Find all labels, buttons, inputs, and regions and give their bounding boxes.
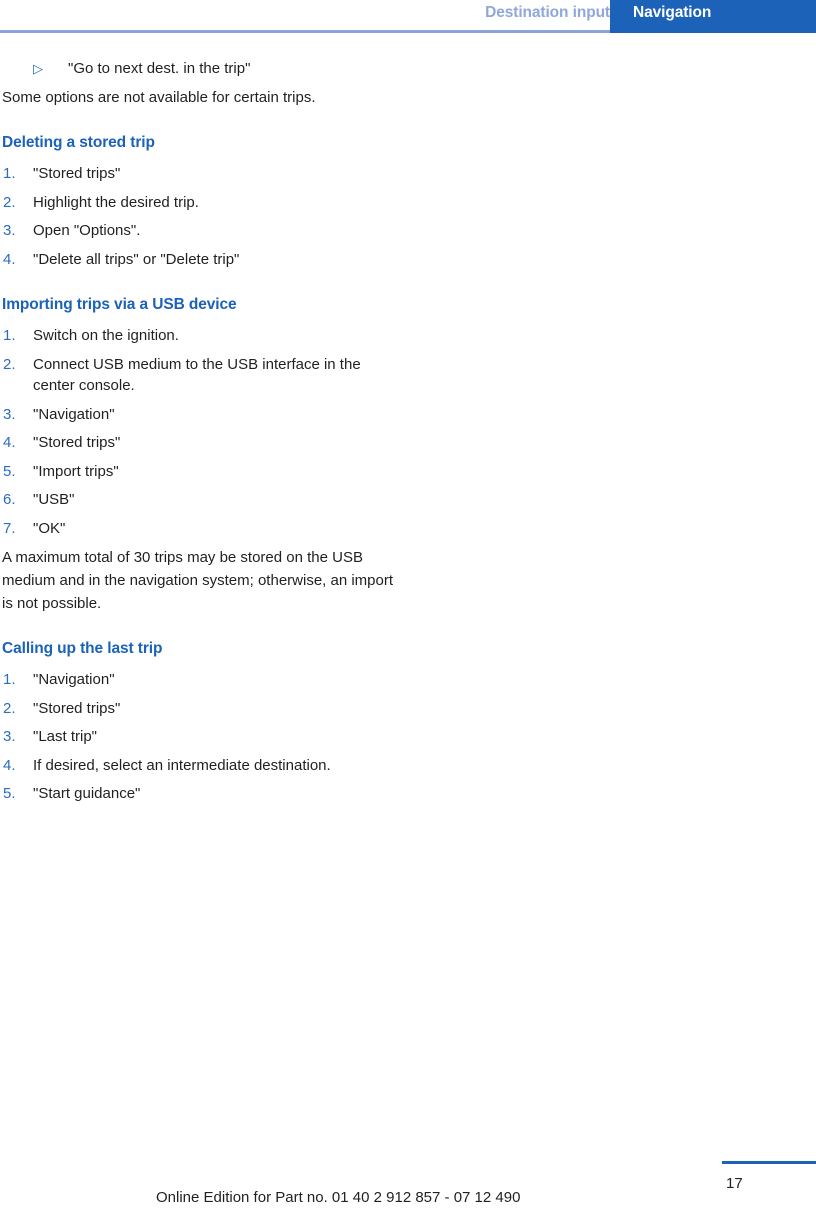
list-item: 1. "Stored trips" (2, 163, 402, 185)
step-text: Open "Options". (33, 222, 141, 239)
tab-navigation[interactable]: Navigation (610, 0, 816, 33)
list-item: 2. "Stored trips" (2, 698, 402, 720)
step-number: 2. (3, 193, 16, 211)
list-item: 3. Open "Options". (2, 220, 402, 242)
step-text: "Last trip" (33, 728, 98, 745)
step-text: "Navigation" (33, 405, 115, 423)
step-text: Switch on the ignition. (33, 327, 179, 344)
page-header: Destination input Navigation (0, 0, 816, 34)
list-item: 4. "Delete all trips" or "Delete trip" (2, 249, 402, 271)
step-text: "Delete all trips" or "Delete trip" (33, 250, 240, 268)
intro-paragraph: Some options are not available for certa… (2, 89, 316, 106)
steps-list-deleting-a-stored-trip: 1. "Stored trips" 2. Highlight the desired… (2, 163, 402, 270)
step-number: 1. (3, 327, 16, 344)
step-number: 4. (3, 756, 16, 774)
edition-note: Online Edition for Part no. 01 40 2 912 … (156, 1189, 521, 1206)
page-number: 17 (726, 1175, 743, 1192)
step-number: 3. (3, 728, 16, 745)
step-text: "Stored trips" (33, 699, 121, 717)
step-text: "Navigation" (33, 671, 115, 688)
step-text: "Start guidance" (33, 785, 141, 802)
usb-capacity-note: A maximum total of 30 trips may be store… (2, 549, 394, 612)
step-number: 5. (3, 462, 16, 480)
page-content: ▷ "Go to next dest. in the trip" Some op… (2, 58, 402, 812)
list-item: 1. "Navigation" (2, 669, 402, 691)
step-number: 6. (3, 491, 16, 508)
step-number: 5. (3, 785, 16, 802)
step-text: "Stored trips" (33, 434, 121, 451)
step-text: "OK" (33, 519, 66, 537)
list-item-label: "Go to next dest. in the trip" (68, 60, 251, 77)
step-text: If desired, select an intermediate desti… (33, 756, 331, 774)
step-number: 4. (3, 250, 16, 268)
step-text: "USB" (33, 491, 75, 508)
section-heading-importing-trips-via-a-usb-device: Importing trips via a USB device (2, 296, 237, 313)
steps-list-importing-trips-via-a-usb-device: 1. Switch on the ignition. 2. Connect USB … (2, 325, 402, 539)
steps-list-calling-up-the-last-trip: 1. "Navigation" 2. "Stored trips" 3. "Last … (2, 669, 402, 805)
triangle-bullet-icon: ▷ (33, 61, 43, 76)
list-item: 2. Highlight the desired trip. (2, 192, 402, 214)
section-heading-deleting-a-stored-trip: Deleting a stored trip (2, 134, 155, 151)
tab-destination-input[interactable]: Destination input (485, 4, 610, 22)
step-number: 3. (3, 222, 16, 239)
section-heading-calling-up-the-last-trip: Calling up the last trip (2, 640, 163, 657)
list-item: 5. "Import trips" (2, 461, 402, 483)
step-number: 1. (3, 165, 16, 182)
step-number: 2. (3, 699, 16, 717)
step-number: 7. (3, 519, 16, 537)
step-number: 4. (3, 434, 16, 451)
step-text: "Import trips" (33, 462, 119, 480)
tab-navigation-label: Navigation (633, 4, 712, 21)
step-text: Connect USB medium to the USB interface … (33, 355, 361, 395)
step-number: 1. (3, 671, 16, 688)
list-item: 3. "Navigation" (2, 404, 402, 426)
list-item: 4. "Stored trips" (2, 432, 402, 454)
list-item: 4. If desired, select an intermediate des… (2, 755, 402, 777)
list-item: 5. "Start guidance" (2, 783, 402, 805)
list-item: 1. Switch on the ignition. (2, 325, 402, 347)
list-item: 2. Connect USB medium to the USB interfac… (2, 354, 402, 397)
list-item: 7. "OK" (2, 518, 402, 540)
step-number: 2. (3, 355, 16, 373)
step-number: 3. (3, 405, 16, 423)
list-item: 6. "USB" (2, 489, 402, 511)
footer-divider-rule (722, 1161, 816, 1164)
list-item: ▷ "Go to next dest. in the trip" (2, 58, 402, 80)
list-item: 3. "Last trip" (2, 726, 402, 748)
step-text: Highlight the desired trip. (33, 193, 199, 211)
step-text: "Stored trips" (33, 165, 121, 182)
